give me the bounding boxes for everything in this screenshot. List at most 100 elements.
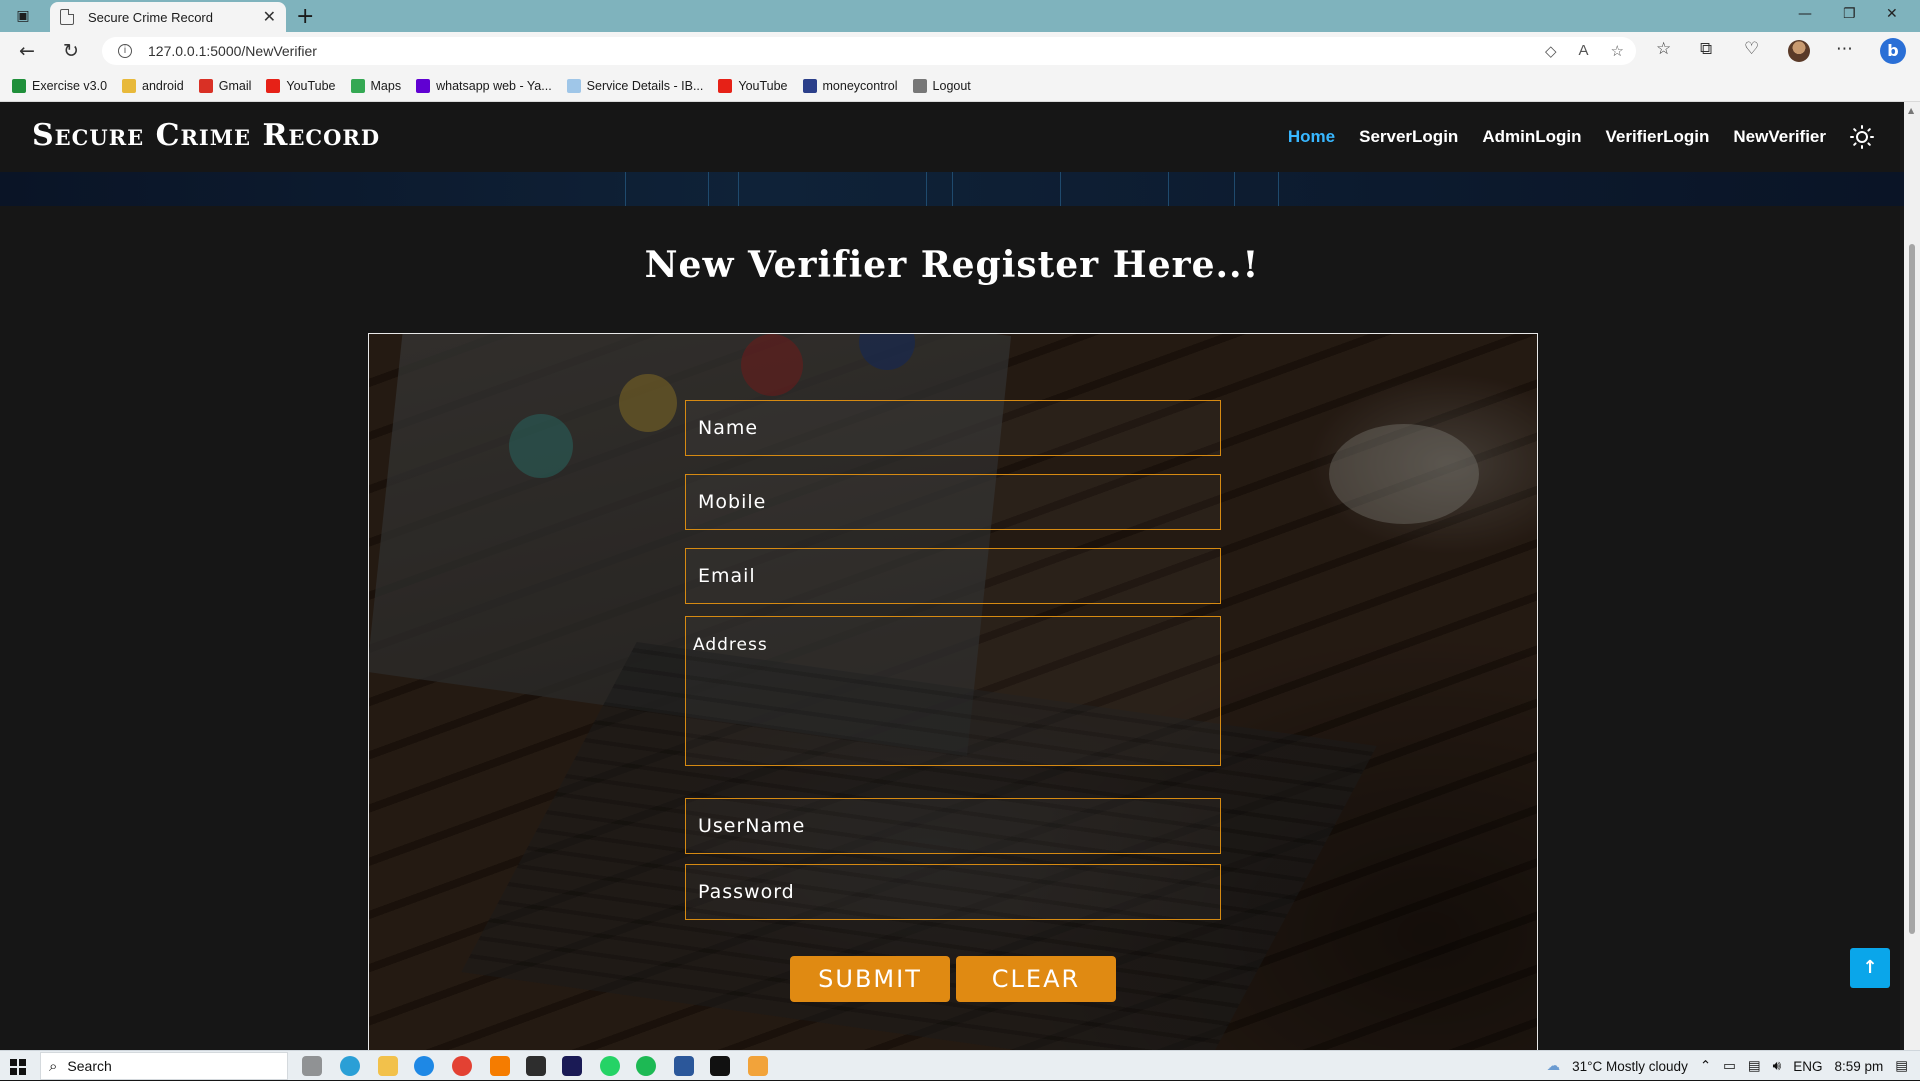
- bookmark-label: YouTube: [738, 78, 788, 93]
- weather-icon[interactable]: ☁: [1547, 1058, 1561, 1074]
- taskbar-search-box[interactable]: ⌕ Search: [40, 1052, 288, 1080]
- battery-icon[interactable]: ▭: [1723, 1058, 1736, 1074]
- folder-icon: [122, 78, 137, 93]
- tray-chevron-icon[interactable]: ⌃: [1700, 1058, 1711, 1074]
- password-field[interactable]: [685, 864, 1221, 920]
- close-tab-icon[interactable]: ✕: [263, 7, 276, 27]
- address-field[interactable]: [685, 616, 1221, 766]
- site-menu: Home ServerLogin AdminLogin VerifierLogi…: [1288, 102, 1904, 172]
- scroll-to-top-button[interactable]: ↑: [1850, 948, 1890, 988]
- site-brand[interactable]: Secure Crime Record: [32, 118, 380, 153]
- page-favicon-icon: [60, 9, 74, 25]
- onedrive-icon[interactable]: [748, 1056, 768, 1076]
- nav-server-login[interactable]: ServerLogin: [1359, 127, 1458, 147]
- web-page: Secure Crime Record Home ServerLogin Adm…: [0, 102, 1904, 1050]
- premiere-pro-icon[interactable]: [562, 1056, 582, 1076]
- registration-form: SUBMIT CLEAR: [368, 333, 1538, 1050]
- bookmark-label: moneycontrol: [822, 78, 898, 93]
- bookmark-label: Service Details - IB...: [586, 78, 704, 93]
- bookmark-label: whatsapp web - Ya...: [436, 78, 552, 93]
- cloud-icon: [566, 78, 581, 93]
- vlc-icon[interactable]: [490, 1056, 510, 1076]
- network-icon[interactable]: ▤: [1748, 1058, 1761, 1074]
- chrome-icon[interactable]: [452, 1056, 472, 1076]
- refresh-icon[interactable]: ↻: [60, 40, 82, 62]
- notifications-icon[interactable]: ▤: [1895, 1058, 1908, 1074]
- name-field[interactable]: [685, 400, 1221, 456]
- telegram-icon[interactable]: [340, 1056, 360, 1076]
- restore-button[interactable]: ❐: [1843, 6, 1856, 22]
- clear-button[interactable]: CLEAR: [956, 956, 1116, 1002]
- scroll-up-arrow-icon[interactable]: ▲: [1908, 106, 1914, 115]
- word-icon[interactable]: [674, 1056, 694, 1076]
- email-field[interactable]: [685, 548, 1221, 604]
- file-explorer-icon[interactable]: [378, 1056, 398, 1076]
- tag-icon[interactable]: ◇: [1545, 42, 1557, 60]
- browser-tab[interactable]: Secure Crime Record ✕: [50, 2, 286, 32]
- submit-button[interactable]: SUBMIT: [790, 956, 950, 1002]
- bookmark-item[interactable]: whatsapp web - Ya...: [416, 78, 552, 93]
- bookmark-label: android: [142, 78, 184, 93]
- windows-start-icon[interactable]: [10, 1059, 26, 1075]
- address-bar-row: ← ↻ i 127.0.0.1:5000/NewVerifier ◇ A ☆: [0, 32, 1920, 70]
- spotify-icon[interactable]: [636, 1056, 656, 1076]
- volume-icon[interactable]: 🔊︎: [1773, 1058, 1782, 1074]
- bookmark-item[interactable]: Maps: [350, 78, 401, 93]
- bookmark-label: Exercise v3.0: [32, 78, 108, 93]
- favorites-icon[interactable]: ☆: [1656, 39, 1671, 59]
- kdenlive-icon[interactable]: [526, 1056, 546, 1076]
- tab-actions-icon[interactable]: ▣: [14, 7, 32, 25]
- more-menu-icon[interactable]: ⋯: [1836, 39, 1853, 59]
- bookmarks-bar: Exercise v3.0 android Gmail YouTube Maps what…: [0, 70, 1920, 102]
- bookmark-item[interactable]: Gmail: [198, 78, 252, 93]
- new-tab-button[interactable]: +: [296, 4, 314, 29]
- task-view-icon[interactable]: [302, 1056, 322, 1076]
- mobile-field[interactable]: [685, 474, 1221, 530]
- search-icon: ⌕: [49, 1057, 58, 1075]
- whatsapp-icon[interactable]: [600, 1056, 620, 1076]
- os-taskbar: ⌕ Search ☁ 31°C Mostly cloudy ⌃ ▭ ▤ 🔊︎ E…: [0, 1050, 1920, 1080]
- url-text: 127.0.0.1:5000/NewVerifier: [148, 43, 317, 59]
- nav-admin-login[interactable]: AdminLogin: [1482, 127, 1581, 147]
- nav-home[interactable]: Home: [1288, 127, 1335, 147]
- youtube-icon: [266, 78, 281, 93]
- bookmark-label: Gmail: [218, 78, 252, 93]
- maps-pin-icon: [350, 78, 365, 93]
- taskbar-search-label: Search: [67, 1058, 112, 1074]
- system-tray: ☁ 31°C Mostly cloudy ⌃ ▭ ▤ 🔊︎ ENG 8:59 p…: [1547, 1051, 1920, 1081]
- bookmark-item[interactable]: Service Details - IB...: [566, 78, 704, 93]
- clock[interactable]: 8:59 pm: [1834, 1059, 1883, 1074]
- collections-icon[interactable]: ⧉: [1700, 39, 1712, 59]
- read-aloud-icon[interactable]: A: [1579, 42, 1589, 60]
- theme-toggle-sun-icon[interactable]: [1850, 125, 1874, 149]
- edge-icon[interactable]: [414, 1056, 434, 1076]
- weather-text[interactable]: 31°C Mostly cloudy: [1572, 1059, 1688, 1074]
- page-scrollbar[interactable]: ▲: [1904, 102, 1920, 1050]
- profile-avatar[interactable]: [1788, 40, 1810, 62]
- bookmark-item[interactable]: YouTube: [718, 78, 788, 93]
- bookmark-item[interactable]: android: [122, 78, 184, 93]
- nav-new-verifier[interactable]: NewVerifier: [1733, 127, 1826, 147]
- bookmark-item[interactable]: Exercise v3.0: [12, 78, 108, 93]
- yahoo-icon: [416, 78, 431, 93]
- bookmark-label: Logout: [932, 78, 971, 93]
- extensions-icon[interactable]: ♡: [1744, 39, 1759, 59]
- w-icon: [12, 78, 26, 93]
- site-navbar: Secure Crime Record Home ServerLogin Adm…: [0, 102, 1904, 172]
- nav-verifier-login[interactable]: VerifierLogin: [1605, 127, 1709, 147]
- site-info-icon[interactable]: i: [118, 44, 132, 58]
- bing-icon[interactable]: b: [1880, 38, 1906, 64]
- scrollbar-thumb[interactable]: [1909, 244, 1915, 934]
- pycharm-icon[interactable]: [710, 1056, 730, 1076]
- url-field[interactable]: i 127.0.0.1:5000/NewVerifier ◇ A ☆: [102, 37, 1636, 65]
- form-heading: New Verifier Register Here..!: [644, 244, 1260, 286]
- close-window-button[interactable]: ✕: [1886, 6, 1898, 22]
- bookmark-item[interactable]: moneycontrol: [802, 78, 898, 93]
- language-indicator[interactable]: ENG: [1793, 1059, 1822, 1074]
- bookmark-item[interactable]: YouTube: [266, 78, 336, 93]
- bookmark-item[interactable]: Logout: [912, 78, 971, 93]
- minimize-button[interactable]: —: [1798, 6, 1812, 22]
- add-favorite-icon[interactable]: ☆: [1611, 42, 1624, 60]
- back-arrow-icon[interactable]: ←: [16, 40, 38, 62]
- username-field[interactable]: [685, 798, 1221, 854]
